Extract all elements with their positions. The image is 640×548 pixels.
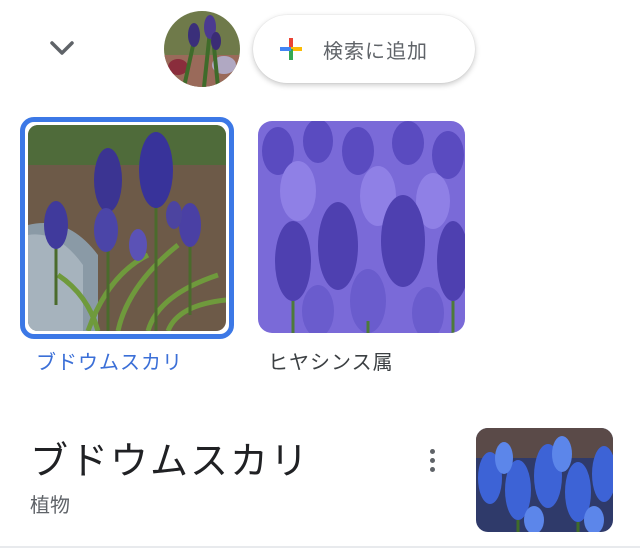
result-label-grape-hyacinth[interactable]: ブドウムスカリ [36, 346, 183, 375]
entity-title: ブドウムスカリ [30, 439, 311, 483]
query-image-avatar[interactable] [164, 11, 240, 87]
add-to-search-label: 検索に追加 [323, 38, 428, 63]
chevron-down-icon[interactable] [44, 30, 80, 66]
plus-icon [279, 37, 303, 61]
result-card-muscari-genus[interactable] [258, 121, 465, 333]
more-vert-icon[interactable] [418, 444, 446, 476]
result-card-grape-hyacinth[interactable] [20, 117, 234, 339]
entity-subtitle: 植物 [30, 493, 70, 517]
grape-hyacinth-photo [28, 125, 226, 331]
hyacinth-genus-photo [258, 121, 465, 333]
entity-thumbnail[interactable] [476, 428, 613, 532]
result-label-muscari-genus[interactable]: ヒヤシンス属 [268, 346, 394, 375]
add-to-search-button[interactable]: 検索に追加 [253, 15, 475, 83]
